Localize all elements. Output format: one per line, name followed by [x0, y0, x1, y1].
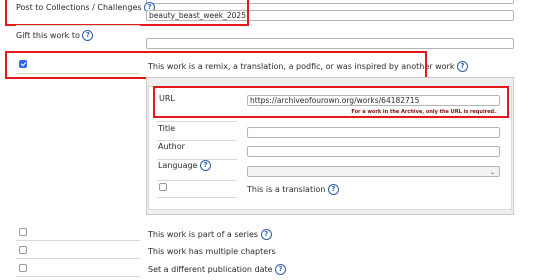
gift-label: Gift this work to ? [16, 30, 94, 42]
series-help-icon[interactable]: ? [260, 229, 272, 240]
chapters-label: This work has multiple chapters [148, 247, 276, 256]
title-label: Title [158, 124, 176, 133]
series-checkbox[interactable] [19, 228, 27, 236]
divider [16, 240, 140, 241]
language-help-icon[interactable]: ? [200, 160, 212, 171]
divider [16, 276, 140, 277]
gift-input[interactable] [146, 38, 514, 49]
divider [16, 25, 140, 26]
title-input[interactable] [247, 127, 500, 138]
language-label: Language ? [158, 160, 212, 172]
divider [157, 180, 237, 181]
divider [157, 121, 237, 122]
translation-checkbox[interactable] [159, 183, 167, 191]
translation-help-icon[interactable]: ? [327, 184, 339, 195]
author-input[interactable] [247, 146, 500, 157]
divider [16, 258, 140, 259]
pubdate-checkbox[interactable] [19, 264, 27, 272]
chevron-down-icon: ⌄ [489, 169, 495, 176]
pubdate-help-icon[interactable]: ? [275, 264, 287, 275]
collections-highlight [5, 0, 249, 26]
author-label: Author [158, 142, 185, 151]
remix-help-icon[interactable]: ? [457, 61, 468, 72]
series-label: This work is part of a series ? [148, 229, 272, 241]
pubdate-label: Set a different publication date ? [148, 264, 287, 276]
gift-help-icon[interactable]: ? [82, 30, 94, 41]
translation-label: This is a translation ? [247, 184, 339, 196]
divider [157, 197, 237, 198]
language-select[interactable]: ⌄ [247, 166, 500, 177]
chapters-checkbox[interactable] [19, 246, 27, 254]
remix-highlight [5, 51, 427, 79]
url-highlight [153, 86, 509, 118]
